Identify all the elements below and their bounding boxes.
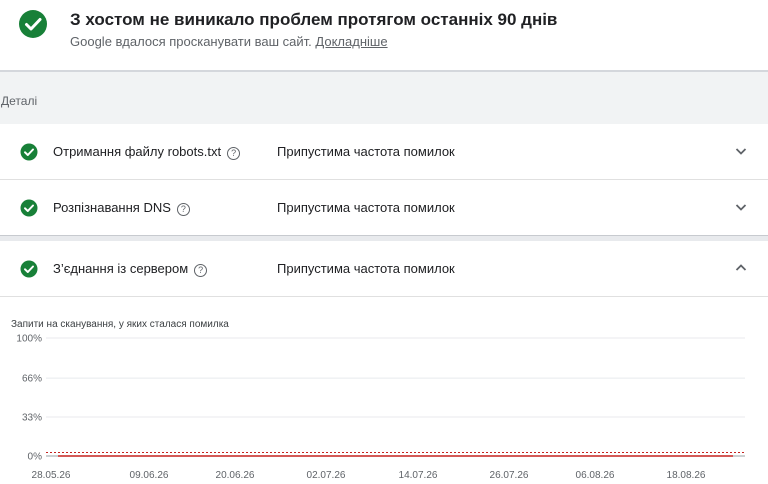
check-status: Припустима частота помилок (277, 144, 455, 159)
x-tick-label: 14.07.26 (399, 470, 438, 481)
x-tick-label: 26.07.26 (490, 470, 529, 481)
x-tick-label: 18.08.26 (667, 470, 706, 481)
chevron-down-icon[interactable] (734, 144, 748, 158)
help-icon[interactable]: ? (176, 203, 190, 216)
check-row-robots[interactable]: Отримання файлу robots.txt? Припустима ч… (0, 124, 768, 180)
subtitle-text: Google вдалося просканувати ваш сайт. (70, 34, 312, 49)
check-circle-icon (20, 199, 38, 217)
summary-header: З хостом не виникало проблем протягом ос… (0, 0, 768, 70)
check-name: Розпізнавання DNS? (53, 200, 190, 216)
check-row-dns[interactable]: Розпізнавання DNS? Припустима частота по… (0, 180, 768, 236)
details-label: Деталі (1, 94, 38, 108)
check-name-text: Отримання файлу robots.txt (53, 144, 222, 159)
y-tick-label: 66% (22, 374, 42, 385)
x-tick-label: 09.06.26 (130, 470, 169, 481)
details-section-header: Деталі (0, 72, 768, 124)
y-tick-label: 100% (16, 334, 42, 345)
y-tick-label: 33% (22, 413, 42, 424)
chevron-up-icon[interactable] (734, 261, 748, 275)
chevron-down-icon[interactable] (734, 200, 748, 214)
check-name: З’єднання із сервером? (53, 261, 208, 277)
error-rate-chart-panel: Запити на сканування, у яких сталася пом… (0, 296, 768, 484)
x-tick-label: 06.08.26 (576, 470, 615, 481)
page-title: З хостом не виникало проблем протягом ос… (70, 10, 558, 29)
check-circle-icon (20, 260, 38, 278)
summary-subtitle: Google вдалося просканувати ваш сайт. До… (70, 34, 388, 49)
check-name-text: Розпізнавання DNS (53, 200, 171, 215)
error-rate-chart: 100% 66% 33% 0% 28.05.26 09.06.26 20.06.26 02.0… (16, 334, 745, 481)
check-name: Отримання файлу robots.txt? (53, 144, 241, 160)
help-icon[interactable]: ? (194, 264, 208, 277)
check-name-text: З’єднання із сервером (53, 261, 189, 276)
learn-more-link[interactable]: Докладніше (315, 34, 387, 49)
x-tick-label: 02.07.26 (307, 470, 346, 481)
check-row-server-connection[interactable]: З’єднання із сервером? Припустима частот… (0, 241, 768, 296)
check-circle-icon (20, 143, 38, 161)
check-status: Припустима частота помилок (277, 261, 455, 276)
y-tick-label: 0% (28, 452, 43, 463)
x-tick-label: 28.05.26 (32, 470, 71, 481)
x-tick-label: 20.06.26 (216, 470, 255, 481)
check-status: Припустима частота помилок (277, 200, 455, 215)
help-icon[interactable]: ? (227, 147, 241, 160)
check-circle-icon (19, 10, 47, 38)
